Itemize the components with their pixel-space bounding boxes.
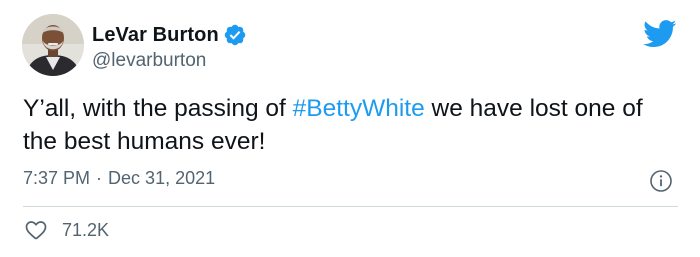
avatar[interactable] — [22, 14, 84, 76]
divider — [23, 206, 678, 207]
meta-separator: · — [96, 168, 103, 188]
name-row: LeVar Burton — [92, 22, 247, 48]
tweet-timestamp[interactable]: 7:37 PM · Dec 31, 2021 — [23, 168, 215, 189]
like-count: 71.2K — [62, 219, 110, 240]
verified-badge-icon — [224, 24, 246, 46]
info-icon[interactable] — [649, 169, 673, 193]
heart-icon — [25, 221, 47, 240]
avatar-image — [22, 14, 84, 76]
user-handle[interactable]: @levarburton — [92, 50, 247, 72]
tweet-text: Y’all, with the passing of #BettyWhite w… — [23, 92, 683, 158]
hashtag-link[interactable]: #BettyWhite — [293, 95, 425, 122]
tweet-card: LeVar Burton @levarburton Y’all, with th… — [0, 0, 700, 257]
tweet-time: 7:37 PM — [23, 168, 91, 188]
like-button[interactable]: 71.2K — [24, 218, 109, 242]
tweet-date: Dec 31, 2021 — [108, 168, 216, 188]
tweet-text-before: Y’all, with the passing of — [23, 95, 293, 122]
twitter-bird-icon[interactable] — [643, 20, 677, 48]
author-block: LeVar Burton @levarburton — [92, 22, 247, 72]
display-name[interactable]: LeVar Burton — [92, 24, 219, 47]
